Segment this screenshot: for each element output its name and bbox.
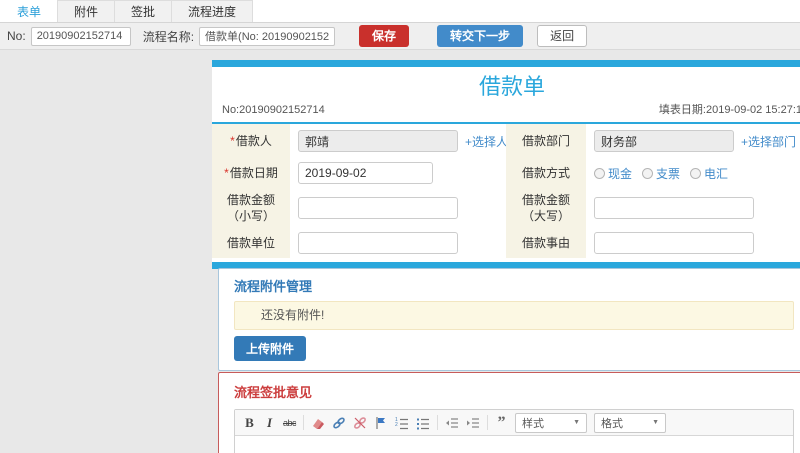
radio-cash-label[interactable]: 现金 [608, 165, 632, 182]
forward-next-step-button[interactable]: 转交下一步 [437, 25, 524, 47]
loan-unit-field-cell [290, 228, 506, 258]
radio-cash[interactable]: 现金 [594, 165, 632, 182]
radio-cheque-label[interactable]: 支票 [656, 165, 680, 182]
loan-method-field-cell: 现金 支票 电汇 [586, 158, 800, 188]
page-background: 借款单 No:20190902152714 填表日期:2019-09-02 15… [0, 50, 800, 453]
amount-upper-label: 借款金额（大写） [521, 193, 570, 223]
loan-unit-label-cell: 借款单位 [212, 228, 290, 258]
loan-form-panel: 借款单 No:20190902152714 填表日期:2019-09-02 15… [212, 60, 800, 269]
format-dropdown-label: 格式 [601, 417, 624, 430]
link-icon[interactable] [332, 415, 346, 430]
loan-method-label: 借款方式 [521, 166, 570, 180]
approval-panel: 流程签批意见 B I abc 12 ” 样式 ▼ 格式 ▼ [218, 372, 800, 453]
borrower-label-cell: *借款人 [212, 124, 290, 158]
loan-reason-input[interactable] [594, 232, 754, 254]
remove-format-icon[interactable] [311, 415, 325, 430]
chevron-down-icon: ▼ [573, 419, 581, 426]
department-input[interactable] [594, 130, 734, 152]
required-mark: * [224, 166, 229, 180]
radio-icon[interactable] [642, 167, 654, 179]
svg-text:2: 2 [395, 422, 398, 428]
command-bar: No: 流程名称: 保存 转交下一步 返回 [0, 23, 800, 50]
strikethrough-icon[interactable]: abc [283, 415, 297, 430]
loan-unit-label: 借款单位 [226, 236, 275, 250]
form-grid: *借款人 +选择人员 借款部门 +选择部门 *借款日期 [212, 124, 800, 258]
attachments-panel: 流程附件管理 还没有附件! 上传附件 [218, 268, 800, 371]
amount-upper-field-cell [586, 188, 800, 228]
indent-icon[interactable] [466, 415, 480, 430]
toolbar-separator [303, 415, 305, 430]
no-label: No: [7, 29, 26, 43]
editor-content-area[interactable] [235, 436, 793, 453]
loan-date-label: 借款日期 [229, 166, 278, 180]
styles-dropdown-label: 样式 [522, 417, 545, 430]
tab-progress[interactable]: 流程进度 [171, 0, 254, 22]
loan-reason-label-cell: 借款事由 [506, 228, 586, 258]
radio-icon[interactable] [594, 167, 605, 179]
bold-icon[interactable]: B [243, 415, 256, 430]
required-mark: * [230, 134, 235, 148]
loan-date-label-cell: *借款日期 [212, 158, 290, 188]
toolbar-separator [487, 415, 489, 430]
styles-dropdown[interactable]: 样式 ▼ [515, 412, 588, 433]
borrower-field-cell: +选择人员 [290, 124, 520, 158]
unlink-icon[interactable] [353, 415, 367, 430]
outdent-icon[interactable] [445, 415, 459, 430]
attachments-heading: 流程附件管理 [234, 279, 313, 294]
blockquote-icon[interactable]: ” [495, 414, 508, 430]
radio-cheque[interactable]: 支票 [642, 165, 680, 182]
loan-unit-input[interactable] [298, 232, 458, 254]
form-date-text: 填表日期:2019-09-02 15:27:1 [658, 104, 800, 116]
upload-attachment-button[interactable]: 上传附件 [234, 336, 307, 361]
form-no-text: No:20190902152714 [222, 104, 325, 116]
department-label: 借款部门 [521, 134, 570, 148]
amount-lower-label-cell: 借款金额（小写） [212, 188, 290, 228]
rich-text-editor: B I abc 12 ” 样式 ▼ 格式 ▼ [234, 409, 794, 453]
amount-lower-field-cell [290, 188, 506, 228]
tab-approval[interactable]: 签批 [114, 0, 173, 22]
radio-wire-label[interactable]: 电汇 [704, 165, 728, 182]
flow-name-input[interactable] [199, 26, 336, 46]
loan-reason-label: 借款事由 [521, 236, 570, 250]
amount-upper-input[interactable] [594, 197, 754, 219]
department-field-cell: +选择部门 [586, 124, 800, 158]
amount-lower-label: 借款金额（小写） [226, 193, 275, 223]
borrower-label: 借款人 [235, 134, 272, 148]
loan-date-field-cell [290, 158, 506, 188]
department-label-cell: 借款部门 [506, 124, 586, 158]
radio-icon[interactable] [690, 167, 702, 179]
back-button[interactable]: 返回 [537, 25, 588, 47]
radio-wire[interactable]: 电汇 [690, 165, 728, 182]
loan-reason-field-cell [586, 228, 800, 258]
toolbar-separator [437, 415, 439, 430]
flow-name-label: 流程名称: [142, 29, 195, 44]
editor-toolbar: B I abc 12 ” 样式 ▼ 格式 ▼ [235, 410, 793, 436]
no-input[interactable] [30, 26, 131, 46]
form-meta-row: No:20190902152714 填表日期:2019-09-02 15:27:… [212, 101, 800, 122]
italic-icon[interactable]: I [263, 415, 276, 430]
format-dropdown[interactable]: 格式 ▼ [594, 412, 667, 433]
no-attachments-alert: 还没有附件! [234, 301, 794, 330]
save-button[interactable]: 保存 [359, 25, 410, 47]
form-title: 借款单 [478, 74, 545, 99]
amount-upper-label-cell: 借款金额（大写） [506, 188, 586, 228]
panel-top-bar [212, 60, 800, 67]
amount-lower-input[interactable] [298, 197, 458, 219]
approval-heading: 流程签批意见 [234, 385, 313, 400]
chevron-down-icon: ▼ [652, 419, 660, 426]
tab-attachment[interactable]: 附件 [57, 0, 116, 22]
loan-method-radios: 现金 支票 电汇 [594, 165, 728, 182]
anchor-flag-icon[interactable] [374, 415, 388, 430]
bullet-list-icon[interactable] [416, 415, 430, 430]
select-department-link[interactable]: +选择部门 [741, 133, 796, 150]
borrower-input[interactable] [298, 130, 458, 152]
numbered-list-icon[interactable]: 12 [395, 415, 409, 430]
tab-form[interactable]: 表单 [0, 0, 59, 22]
loan-date-input[interactable] [298, 162, 433, 184]
loan-method-label-cell: 借款方式 [506, 158, 586, 188]
tab-bar: 表单 附件 签批 流程进度 [0, 0, 800, 23]
